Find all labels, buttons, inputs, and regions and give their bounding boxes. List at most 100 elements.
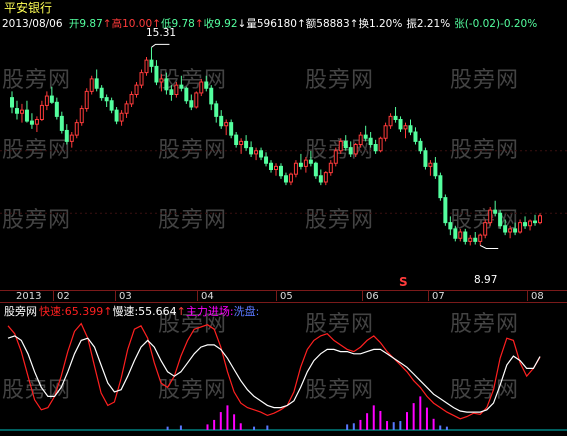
up-arrow-icon: ↑ [102, 18, 112, 30]
candle-body [24, 109, 29, 122]
candle-body [224, 122, 229, 127]
sell-signal-mark: S [399, 275, 408, 289]
turnover-value: 1.20% [368, 18, 403, 30]
candle-body [528, 220, 533, 227]
amount-value: 58883 [316, 18, 350, 30]
high-price-annotation: 15.31 [146, 27, 177, 39]
high-leader-line [151, 43, 170, 48]
candle-body [308, 159, 313, 164]
candle-body [283, 175, 288, 183]
candle-body [373, 144, 378, 152]
candle-body [159, 78, 164, 83]
candle-body [14, 108, 19, 114]
up-arrow-icon: ↑ [296, 18, 306, 30]
candle-body [134, 84, 139, 95]
candle-body [508, 228, 513, 233]
candle-body [239, 140, 244, 145]
close-key: 收 [203, 18, 215, 30]
date-label: 2013/08/06 [2, 18, 63, 30]
candle-body [408, 125, 413, 133]
month-tick [428, 291, 429, 301]
amplitude-key: 振 [406, 18, 417, 30]
candle-body [49, 95, 54, 103]
candle-body [10, 97, 14, 108]
candle-body [468, 237, 473, 242]
candle-body [333, 150, 338, 164]
candle-body [139, 72, 144, 86]
candle-body [498, 212, 503, 227]
candle-body [229, 122, 234, 136]
quote-info-bar: 2013/08/06 开9.87↑高10.00↑低9.78↑收9.92↓量596… [2, 18, 567, 31]
month-tick [276, 291, 277, 301]
candle-body [538, 215, 542, 224]
month-tick [362, 291, 363, 301]
stock-name: 平安银行 [4, 1, 53, 15]
candle-body [503, 225, 508, 233]
month-label: 08 [531, 291, 544, 302]
slow-key: 慢速 [112, 305, 135, 318]
candle-body [388, 115, 393, 127]
candle-body [328, 162, 333, 174]
candle-body [84, 90, 89, 110]
candle-body [174, 84, 179, 95]
candle-body [448, 222, 453, 230]
wash-key: 洗盘 [233, 305, 256, 318]
candle-body [259, 150, 264, 158]
high-key: 高 [111, 18, 123, 30]
candle-body [513, 228, 518, 233]
candle-body [209, 87, 214, 105]
candle-body [348, 147, 353, 155]
candle-body [433, 162, 438, 177]
candle-body [523, 222, 528, 227]
month-tick [115, 291, 116, 301]
up-arrow-icon: ↑ [176, 305, 186, 318]
turnover-key: 换 [358, 18, 369, 30]
candle-body [44, 95, 49, 106]
candle-body [438, 175, 443, 199]
candle-body [214, 103, 219, 117]
candle-body [473, 237, 478, 242]
candle-body [403, 125, 408, 130]
candle-body [323, 172, 328, 183]
month-label: 06 [366, 291, 379, 302]
candle-body [29, 120, 34, 125]
candle-body [194, 92, 199, 108]
candle-body [154, 65, 159, 83]
candle-body [269, 162, 274, 170]
candle-body [274, 165, 278, 170]
candle-body [338, 140, 343, 152]
candle-body [234, 134, 239, 145]
candle-body [378, 137, 383, 152]
open-key: 开 [68, 18, 80, 30]
candle-body [199, 81, 204, 94]
candle-body [493, 209, 498, 214]
candle-body [124, 103, 129, 114]
candle-body [363, 134, 368, 139]
price-chart [0, 43, 567, 249]
candle-body [413, 131, 418, 142]
month-label: 07 [432, 291, 445, 302]
month-label: 02 [57, 291, 70, 302]
slow-line [7, 335, 541, 413]
low-price-annotation: 8.97 [474, 274, 498, 286]
candle-body [458, 231, 463, 239]
up-arrow-icon: ↑ [194, 18, 204, 30]
candle-body [443, 197, 448, 224]
candle-body [99, 87, 104, 99]
candle-body [368, 137, 373, 145]
candle-body [418, 140, 423, 152]
chart-canvas: 股旁网 股旁网 股旁网 股旁网 股旁网 股旁网 股旁网 股旁网 股旁网 股旁网 … [0, 0, 567, 436]
amount-key: 额 [305, 18, 317, 30]
indicator-header: 股旁网 快速:65.399↑慢速:55.664↑主力进场:洗盘: [4, 305, 260, 318]
inflow-key: 主力进场 [185, 305, 230, 318]
open-value: 9.87 [79, 18, 103, 30]
candle-body [179, 84, 184, 89]
candle-body [54, 101, 59, 117]
candle-body [488, 209, 493, 224]
candle-body [303, 159, 308, 167]
volume-key: 量 [246, 18, 257, 30]
candle-body [398, 119, 403, 130]
candle-body [219, 115, 224, 127]
candle-body [463, 231, 468, 242]
fast-key: 快速 [39, 305, 61, 318]
